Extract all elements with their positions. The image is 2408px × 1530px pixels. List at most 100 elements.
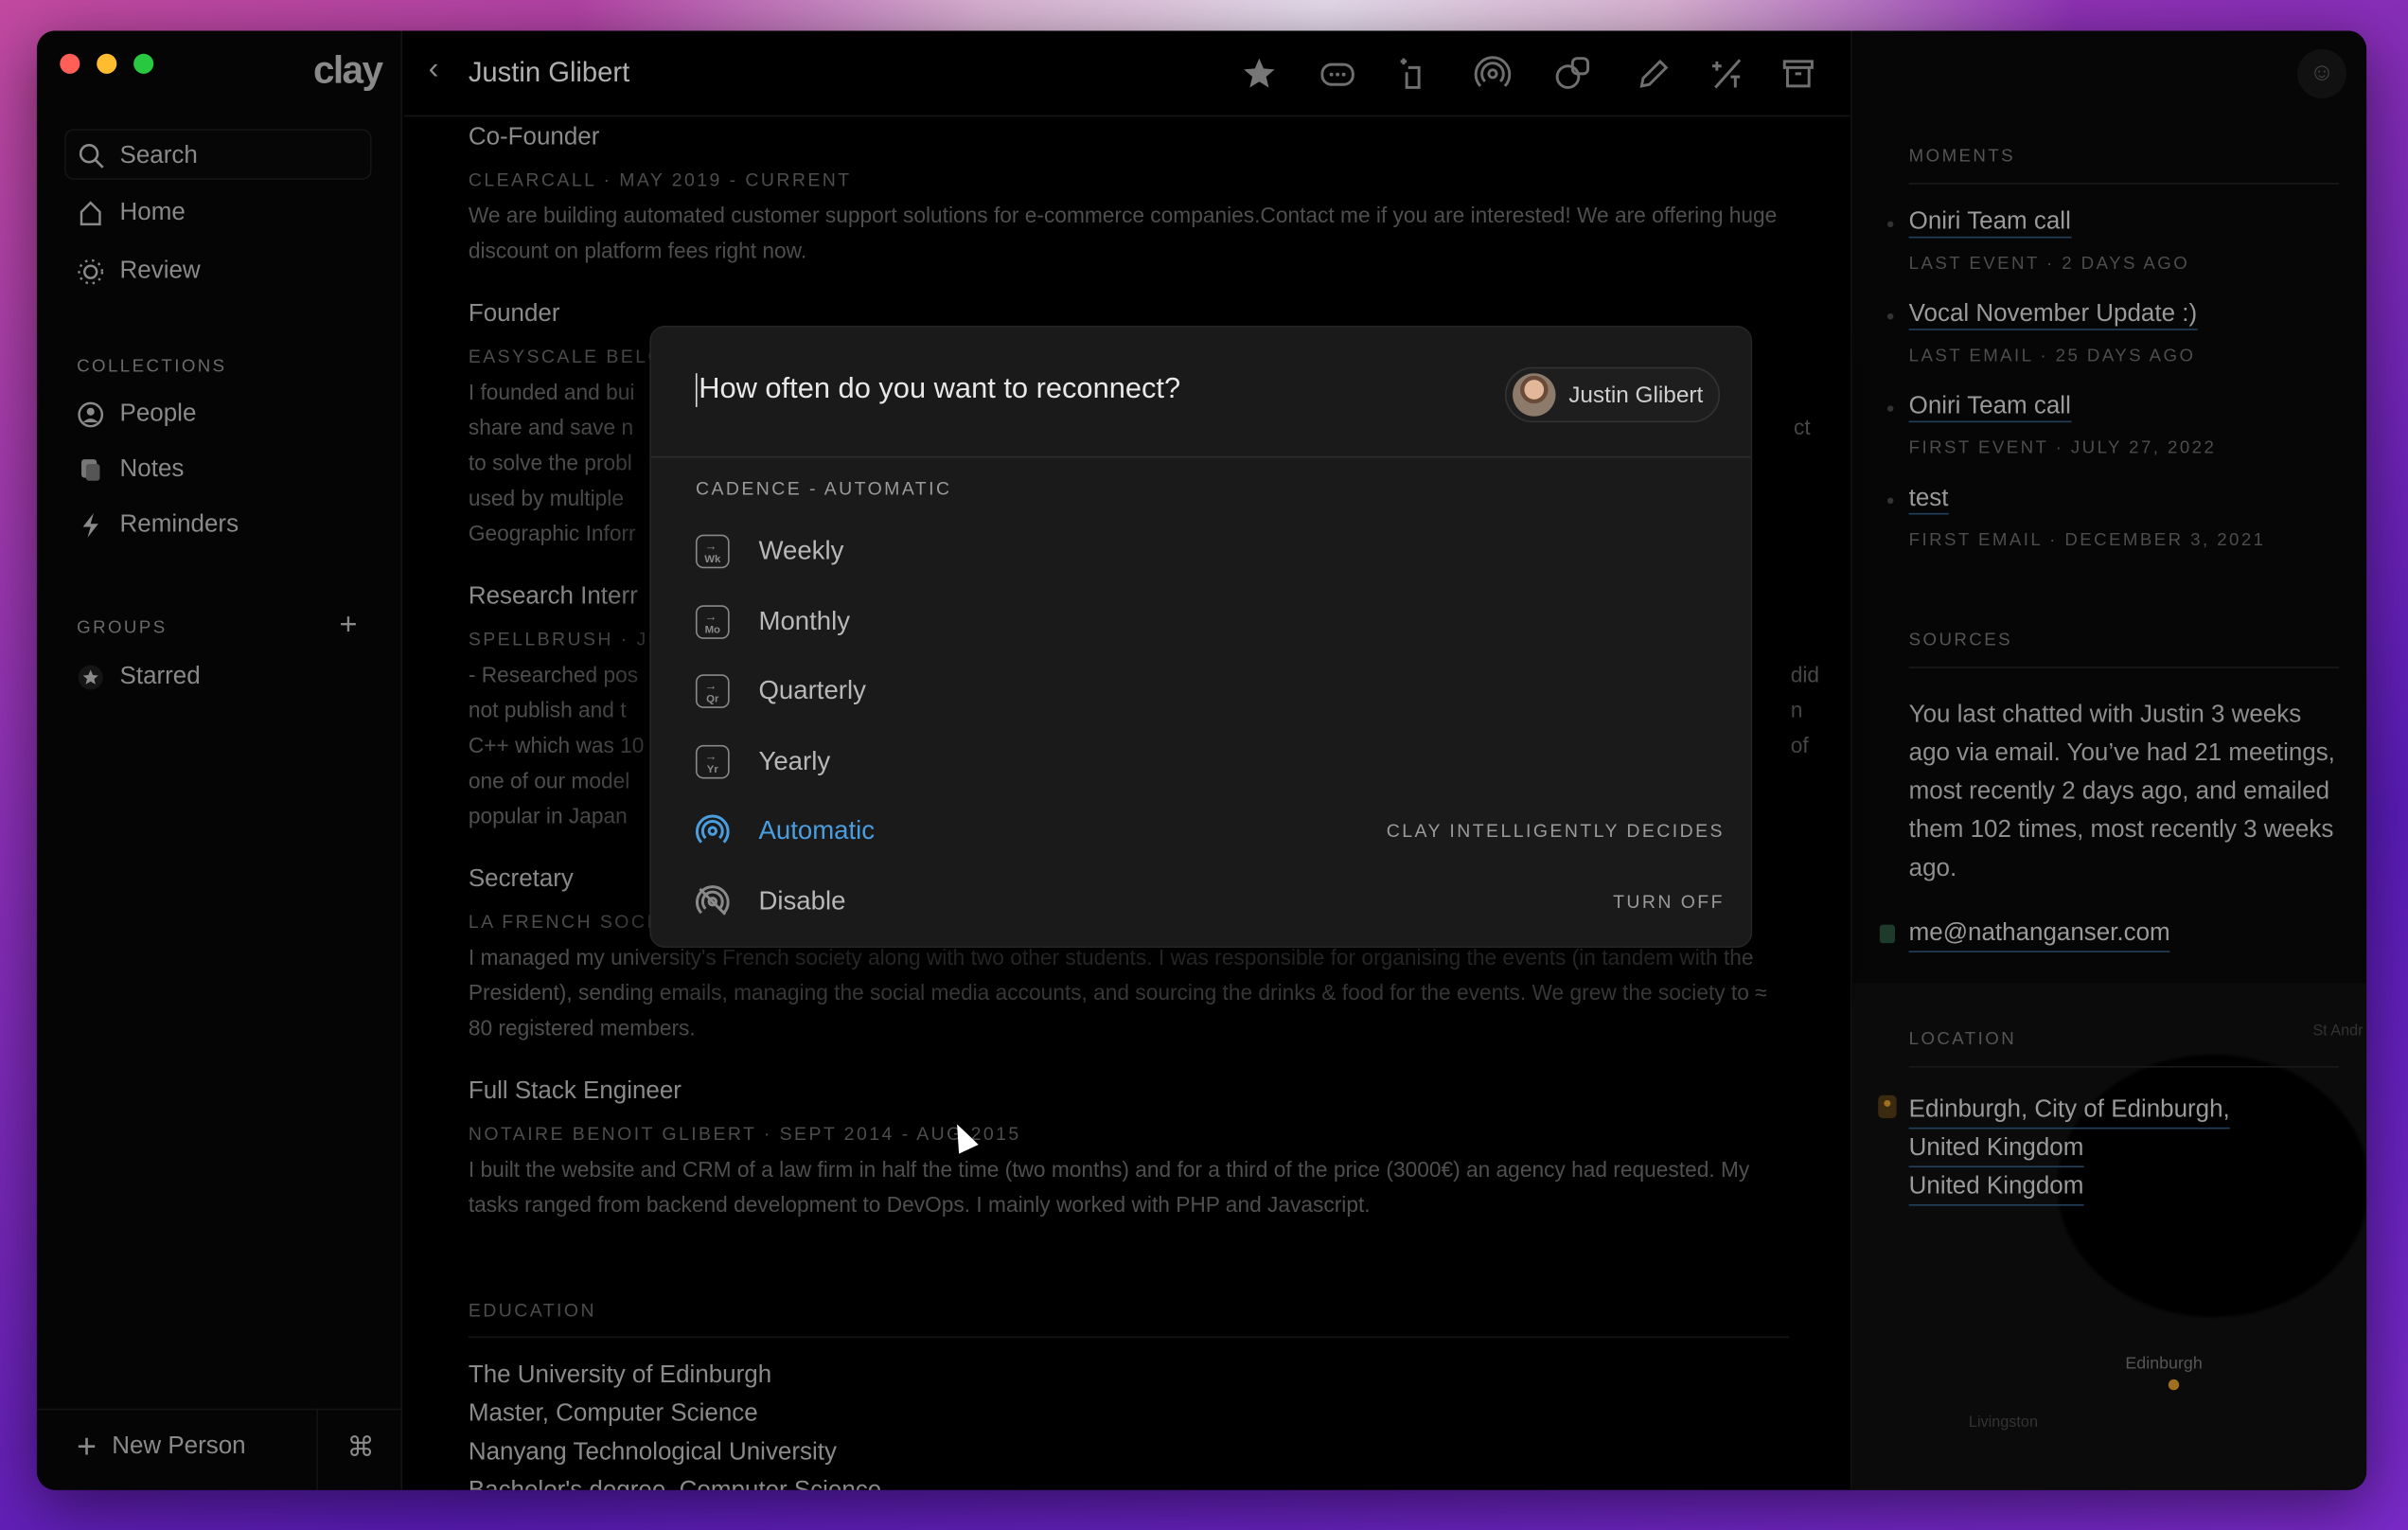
option-weekly[interactable]: → Wk Weekly <box>695 528 1725 575</box>
cadence-question-input[interactable]: How often do you want to reconnect? <box>695 373 1180 407</box>
job-description-fragment: did <box>1790 662 1820 687</box>
job-description-line: C++ which was 10 <box>468 732 645 757</box>
job-description-line: Geographic Inforr <box>468 520 636 545</box>
option-label: Weekly <box>758 536 844 566</box>
job-description-fragment: n <box>1790 697 1803 722</box>
moment-meta: LAST EVENT · 2 DAYS AGO <box>1908 255 2190 274</box>
sidebar-item-label: Notes <box>119 455 185 483</box>
map-label: Livingston <box>1968 1414 2038 1432</box>
moment-link[interactable]: test <box>1908 486 1949 515</box>
archive-icon[interactable] <box>1779 55 1816 92</box>
moment-meta: LAST EMAIL · 25 DAYS AGO <box>1908 347 2196 366</box>
bolt-icon <box>82 512 98 538</box>
star-icon[interactable] <box>1241 55 1278 92</box>
job-description-fragment: of <box>1790 732 1809 757</box>
moment-link[interactable]: Oniri Team call <box>1908 209 2071 239</box>
cadence-header: CADENCE - AUTOMATIC <box>695 477 952 500</box>
option-label: Yearly <box>758 746 831 776</box>
plus-icon: + <box>77 1427 97 1466</box>
sidebar-item-label: People <box>119 400 197 428</box>
map-label: St Andr <box>2312 1023 2364 1041</box>
map-label: Edinburgh <box>2125 1354 2203 1374</box>
option-yearly[interactable]: → Yr Yearly <box>695 738 1725 785</box>
location-header: LOCATION <box>1908 1030 2017 1050</box>
sidebar-item-starred[interactable]: Starred <box>77 664 201 691</box>
option-label: Disable <box>758 886 846 916</box>
sidebar-item-reminders[interactable]: Reminders <box>77 511 239 539</box>
sun-icon <box>78 258 104 285</box>
message-icon[interactable] <box>1319 55 1356 92</box>
clay-logo: clay <box>312 48 383 93</box>
back-chevron-icon[interactable]: ‹ <box>429 52 439 87</box>
option-label: Automatic <box>758 815 876 845</box>
moment-link[interactable]: Oniri Team call <box>1908 393 2071 423</box>
education-degree: Bachelor's degree, Computer Science <box>469 1478 881 1490</box>
split-icon[interactable] <box>1709 55 1746 92</box>
right-panel: Edinburgh Livingston St Andr ☺ MOMENTS O… <box>1850 30 2367 1490</box>
job-meta: EASYSCALE BELG <box>468 346 665 367</box>
timeline-dot <box>1886 312 1894 320</box>
groups-header: GROUPS <box>77 618 168 638</box>
education-degree: Master, Computer Science <box>468 1400 758 1428</box>
location-map[interactable]: Edinburgh Livingston St Andr <box>1851 983 2367 1490</box>
page-title: Justin Glibert <box>468 57 630 88</box>
minimize-window-button[interactable] <box>97 53 117 74</box>
sidebar-item-home[interactable]: Home <box>77 200 186 227</box>
close-window-button[interactable] <box>60 53 80 74</box>
sidebar-item-label: Review <box>119 258 201 285</box>
email-link[interactable]: me@nathanganser.com <box>1908 917 2170 952</box>
option-automatic[interactable]: Automatic CLAY INTELLIGENTLY DECIDES <box>695 808 1725 854</box>
calendar-quarter-icon: → Qr <box>695 674 730 708</box>
job-meta: SPELLBRUSH · JU <box>468 628 664 650</box>
divider <box>316 1408 318 1490</box>
option-monthly[interactable]: → Mo Monthly <box>695 599 1725 646</box>
signal-icon[interactable] <box>1474 55 1512 92</box>
contact-name: Justin Glibert <box>1568 382 1704 408</box>
sidebar-item-notes[interactable]: Notes <box>77 456 184 484</box>
education-school: Nanyang Technological University <box>468 1439 837 1466</box>
sources-header: SOURCES <box>1908 631 2012 650</box>
job-description-line: to solve the probl <box>468 450 632 475</box>
job-description: I managed my university's French society… <box>468 944 1767 1041</box>
job-meta: CLEARCALL · MAY 2019 - CURRENT <box>468 169 852 191</box>
timeline-dot <box>1886 221 1894 228</box>
job-description: I built the website and CRM of a law fir… <box>468 1156 1750 1217</box>
sidebar-item-label: Starred <box>119 663 201 690</box>
crop-icon[interactable] <box>1394 55 1431 92</box>
moment-link[interactable]: Vocal November Update :) <box>1908 301 2198 330</box>
divider <box>36 1408 403 1411</box>
sidebar-item-label: Home <box>119 199 186 226</box>
star-icon <box>78 665 103 690</box>
option-hint: CLAY INTELLIGENTLY DECIDES <box>1386 820 1725 843</box>
location-link[interactable]: United Kingdom <box>1908 1170 2084 1206</box>
option-quarterly[interactable]: → Qr Quarterly <box>695 668 1725 715</box>
job-description-line: share and save n <box>468 415 634 440</box>
new-person-button[interactable]: + New Person <box>77 1427 245 1466</box>
option-label: Monthly <box>758 606 851 636</box>
sidebar-item-review[interactable]: Review <box>77 258 201 286</box>
timeline-dot <box>1886 497 1894 505</box>
maximize-window-button[interactable] <box>133 53 154 74</box>
calendar-week-icon: → Wk <box>695 534 730 569</box>
command-menu-button[interactable]: ⌘ <box>347 1432 375 1464</box>
avatar <box>1513 373 1557 417</box>
sidebar-item-people[interactable]: People <box>77 400 196 428</box>
person-circle-icon <box>78 401 104 428</box>
signal-icon <box>695 814 730 844</box>
job-title: Secretary <box>468 866 574 893</box>
location-link[interactable]: Edinburgh, City of Edinburgh, <box>1908 1094 2230 1130</box>
contact-chip[interactable]: Justin Glibert <box>1505 366 1721 423</box>
profile-menu-icon[interactable]: ☺ <box>2297 48 2347 98</box>
option-disable[interactable]: Disable TURN OFF <box>695 879 1725 925</box>
location-link[interactable]: United Kingdom <box>1908 1132 2084 1168</box>
pencil-icon[interactable] <box>1636 55 1673 92</box>
job-description: We are building automated customer suppo… <box>468 203 1778 263</box>
add-group-button[interactable]: + <box>340 608 358 643</box>
faces-icon[interactable] <box>1554 55 1591 92</box>
job-title: Founder <box>468 300 560 328</box>
notes-icon <box>80 459 100 481</box>
job-meta: NOTAIRE BENOIT GLIBERT · SEPT 2014 - AUG… <box>468 1122 1021 1145</box>
search-placeholder: Search <box>119 142 198 169</box>
search-icon <box>79 144 104 169</box>
search-input[interactable]: Search <box>64 129 372 180</box>
